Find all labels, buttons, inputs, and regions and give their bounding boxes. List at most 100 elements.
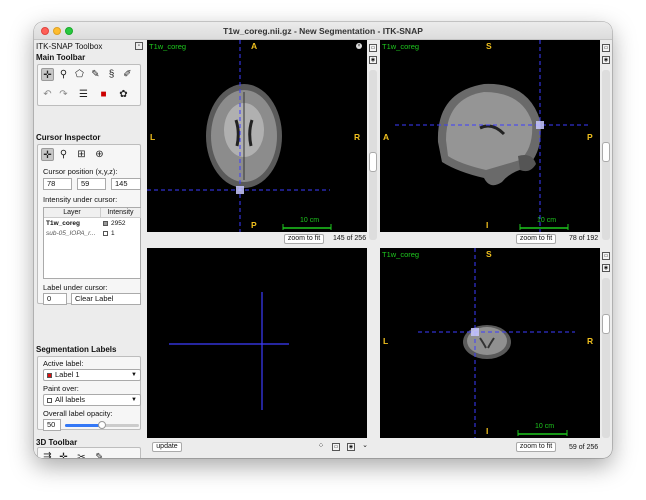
label-name-field: Clear Label	[71, 293, 141, 305]
layout-icon[interactable]: ▭	[332, 443, 340, 451]
polygon-tool-icon[interactable]: ⬠	[73, 68, 86, 81]
coronal-orient-left: L	[383, 336, 389, 346]
spray-icon[interactable]: ✎	[93, 451, 106, 458]
sagittal-scroll-thumb[interactable]	[602, 142, 610, 162]
table-row-intensity[interactable]: 2952	[103, 219, 141, 229]
axial-orient-right: R	[354, 132, 361, 142]
axial-side-controls: ▭ ◉	[367, 40, 379, 245]
annotation-tool-icon[interactable]: ✐	[121, 68, 134, 81]
sagittal-footer: zoom to fit 78 of 192	[380, 233, 600, 245]
sagittal-orient-left: A	[383, 132, 390, 142]
sagittal-image	[395, 40, 590, 232]
paintbrush-tool-icon[interactable]: ✎	[89, 68, 102, 81]
three-d-update-button[interactable]: update	[152, 442, 182, 452]
three-d-view[interactable]	[147, 248, 367, 438]
title-bar: T1w_coreg.nii.gz - New Segmentation - IT…	[34, 22, 612, 40]
chevron-down-icon: ▼	[131, 372, 137, 378]
crosshair-mode-icon[interactable]: ✛	[41, 148, 54, 161]
crosshair-tool-icon[interactable]: ✛	[41, 68, 54, 81]
crosshair-3d-icon[interactable]: ✛	[57, 451, 70, 458]
table-row-layer[interactable]: sub-05_IOPA_r...	[46, 229, 101, 239]
cursor-inspector-panel: ✛ ⚲ ⊞ ⊕ Cursor position (x,y,z): 78 59 1…	[37, 144, 141, 305]
axial-orient-bottom: P	[251, 220, 257, 230]
sagittal-view[interactable]: T1w_coreg S I A P 10 cm	[380, 40, 600, 232]
coronal-footer: zoom to fit 59 of 256	[380, 440, 600, 456]
axial-orient-top: A	[251, 41, 258, 51]
coronal-orient-bottom: I	[486, 426, 489, 436]
zoom-mode-icon[interactable]: ⚲	[57, 148, 70, 161]
opacity-slider[interactable]	[65, 421, 139, 429]
paint-over-select[interactable]: All labels ▼	[43, 394, 141, 406]
coronal-image	[418, 248, 575, 438]
coronal-zoom-to-fit-button[interactable]: zoom to fit	[516, 442, 556, 452]
coronal-layer-label: T1w_coreg	[382, 250, 420, 259]
sagittal-orient-top: S	[486, 41, 492, 51]
axial-slice-scrollbar[interactable]	[369, 70, 377, 240]
grid-icon[interactable]: ⊞	[75, 148, 88, 161]
table-row-layer[interactable]: T1w_coreg	[46, 219, 101, 229]
rotate-3d-icon[interactable]: ⇶	[41, 451, 54, 458]
cursor-position-label: Cursor position (x,y,z):	[43, 167, 118, 176]
coronal-scale-text: 10 cm	[535, 423, 555, 430]
camera-icon[interactable]: ◉	[602, 264, 610, 272]
camera-icon[interactable]: ◉	[602, 56, 610, 64]
cursor-z-field[interactable]: 145	[111, 178, 141, 190]
color-swatch-icon	[103, 221, 108, 226]
layout-icon[interactable]: ▭	[602, 252, 610, 260]
cursor-y-field[interactable]: 59	[77, 178, 106, 190]
opacity-slider-handle[interactable]	[98, 421, 106, 429]
label-editor-icon[interactable]: ■	[97, 88, 110, 101]
scalpel-icon[interactable]: ✂	[75, 451, 88, 458]
toolbox-panel: ITK-SNAP Toolbox ▫ Main Toolbar ✛ ⚲ ⬠ ✎ …	[34, 40, 145, 458]
axial-view[interactable]: T1w_coreg A P L R 10 cm ×	[147, 40, 367, 232]
color-palette-icon[interactable]: ✿	[117, 88, 130, 101]
snake-tool-icon[interactable]: §	[105, 68, 118, 81]
intensity-value: 1	[111, 230, 115, 237]
axial-footer: zoom to fit 145 of 256	[147, 233, 367, 245]
layout-icon[interactable]: ▭	[602, 44, 610, 52]
active-label-value: Label 1	[55, 370, 80, 379]
three-d-crosshair	[169, 292, 289, 410]
undock-icon[interactable]: ▫	[135, 42, 143, 50]
axial-layer-label: T1w_coreg	[149, 42, 187, 51]
sagittal-zoom-to-fit-button[interactable]: zoom to fit	[516, 234, 556, 244]
crosshair-toggle-icon[interactable]: ⁘	[317, 442, 325, 451]
axial-image	[147, 40, 332, 232]
redo-icon[interactable]: ↷	[57, 88, 70, 101]
globe-icon[interactable]: ⊕	[93, 148, 106, 161]
chevron-down-icon[interactable]: ⌄	[361, 442, 369, 451]
label-id-field: 0	[43, 293, 67, 305]
opacity-caption: Overall label opacity:	[43, 409, 113, 418]
zoom-tool-icon[interactable]: ⚲	[57, 68, 70, 81]
coronal-scroll-thumb[interactable]	[602, 314, 610, 334]
sagittal-orient-right: P	[587, 132, 593, 142]
axial-zoom-to-fit-button[interactable]: zoom to fit	[284, 234, 324, 244]
three-d-footer: update ⁘ ▭ ◉ ⌄	[147, 440, 380, 456]
axial-close-icon[interactable]: ×	[356, 43, 362, 49]
main-toolbar-title: Main Toolbar	[36, 53, 86, 62]
label-color-swatch-icon	[47, 373, 52, 378]
opacity-field[interactable]: 50	[43, 419, 61, 431]
main-toolbar: ✛ ⚲ ⬠ ✎ § ✐ ↶ ↷ ☰ ■ ✿	[37, 64, 141, 106]
sagittal-slice-scrollbar[interactable]	[602, 70, 610, 240]
camera-icon[interactable]: ◉	[369, 56, 377, 64]
all-labels-icon	[47, 398, 52, 403]
table-row-intensity[interactable]: 1	[103, 229, 141, 239]
active-label-select[interactable]: Label 1 ▼	[43, 369, 141, 381]
coronal-view[interactable]: T1w_coreg S I L R 10 cm	[380, 248, 600, 438]
intensity-value: 2952	[111, 220, 126, 227]
coronal-orient-top: S	[486, 249, 492, 259]
layout-icon[interactable]: ▭	[369, 44, 377, 52]
chevron-down-icon: ▼	[131, 397, 137, 403]
cursor-x-field[interactable]: 78	[43, 178, 72, 190]
axial-slice-indicator: 145 of 256	[333, 235, 367, 242]
undo-icon[interactable]: ↶	[41, 88, 54, 101]
axial-scale-text: 10 cm	[300, 217, 320, 224]
layers-icon[interactable]: ☰	[77, 88, 90, 101]
camera-icon[interactable]: ◉	[347, 443, 355, 451]
toolbar-3d-title: 3D Toolbar	[36, 438, 78, 447]
sagittal-side-controls: ▭ ◉	[600, 40, 612, 245]
coronal-slice-scrollbar[interactable]	[602, 278, 610, 438]
active-label-caption: Active label:	[43, 359, 84, 368]
axial-scroll-thumb[interactable]	[369, 152, 377, 172]
